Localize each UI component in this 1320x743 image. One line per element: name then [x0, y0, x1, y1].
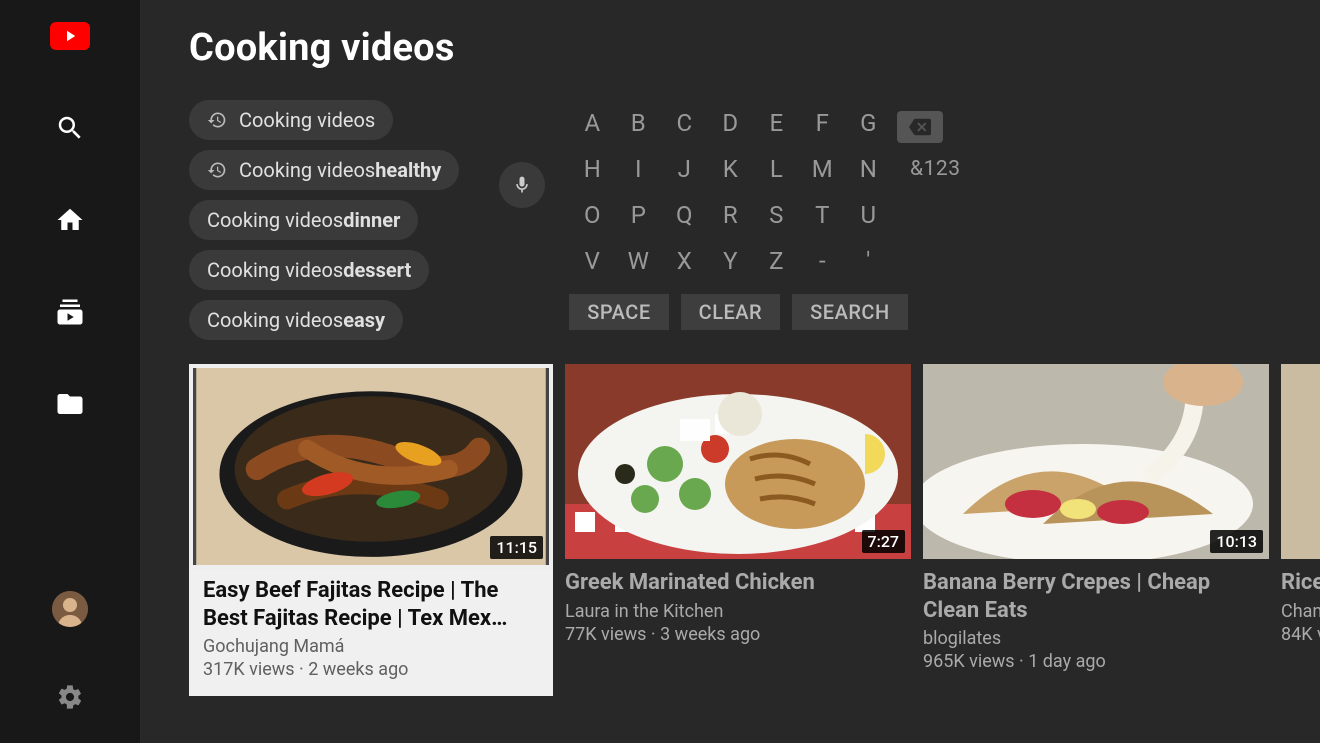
key-n[interactable]: N [845, 146, 891, 192]
video-thumbnail[interactable]: 11:15 [189, 364, 553, 569]
key-p[interactable]: P [615, 192, 661, 238]
library-icon[interactable] [52, 386, 88, 422]
sidebar [0, 0, 141, 743]
clear-key[interactable]: CLEAR [681, 294, 781, 330]
key-q[interactable]: Q [661, 192, 707, 238]
key-x[interactable]: X [661, 238, 707, 284]
suggestion-chip[interactable]: Cooking videos dessert [189, 250, 429, 290]
search-area: Cooking videos Cooking videos healthy Cook… [189, 100, 1320, 340]
video-title: Greek Marinated Chicken [565, 569, 903, 597]
video-card[interactable]: 10:13 Banana Berry Crepes | Cheap Clean E… [923, 364, 1269, 696]
key-o[interactable]: O [569, 192, 615, 238]
key-a[interactable]: A [569, 100, 615, 146]
key-'[interactable]: ' [845, 238, 891, 284]
video-duration: 7:27 [862, 530, 906, 553]
video-card[interactable]: 7:27 Greek Marinated Chicken Laura in the … [565, 364, 911, 696]
key-s[interactable]: S [753, 192, 799, 238]
video-thumbnail[interactable]: 7:27 [565, 364, 911, 559]
video-duration: 10:13 [1210, 530, 1263, 553]
numbers-toggle-key[interactable]: &123 [897, 146, 973, 192]
key-l[interactable]: L [753, 146, 799, 192]
key-w[interactable]: W [615, 238, 661, 284]
suggestion-chip[interactable]: Cooking videos [189, 100, 393, 140]
backspace-key[interactable] [897, 111, 943, 143]
search-key[interactable]: SEARCH [792, 294, 908, 330]
key-h[interactable]: H [569, 146, 615, 192]
video-card[interactable]: 11:15 Easy Beef Fajitas Recipe | The Best… [189, 364, 553, 696]
video-channel: Gochujang Mamá [203, 636, 539, 657]
video-meta: Greek Marinated Chicken Laura in the Kitc… [565, 559, 911, 645]
video-meta: Easy Beef Fajitas Recipe | The Best Faji… [189, 565, 553, 696]
video-title: Rice Pudding [1281, 569, 1320, 597]
search-icon[interactable] [52, 110, 88, 146]
video-thumbnail[interactable]: 10:13 [923, 364, 1269, 559]
video-channel: blogilates [923, 628, 1261, 649]
voice-search-button[interactable] [499, 162, 545, 208]
space-key[interactable]: SPACE [569, 294, 668, 330]
key-i[interactable]: I [615, 146, 661, 192]
video-stats: 77K views · 3 weeks ago [565, 624, 903, 645]
youtube-logo[interactable] [50, 22, 90, 50]
suggestion-chip[interactable]: Cooking videos dinner [189, 200, 418, 240]
keyboard-area: ABCDEFG HIJKLMN&123 OPQRSTU VWXYZ-' SPACE C… [499, 100, 973, 340]
results-row: 11:15 Easy Beef Fajitas Recipe | The Best… [189, 364, 1320, 696]
key-g[interactable]: G [845, 100, 891, 146]
video-meta: Rice Pudding Channel84K views [1281, 559, 1320, 645]
video-title: Easy Beef Fajitas Recipe | The Best Faji… [203, 577, 539, 632]
key-v[interactable]: V [569, 238, 615, 284]
video-stats: 84K views [1281, 624, 1320, 645]
suggestion-chip[interactable]: Cooking videos easy [189, 300, 403, 340]
home-icon[interactable] [52, 202, 88, 238]
video-duration: 11:15 [490, 536, 543, 559]
video-stats: 317K views · 2 weeks ago [203, 659, 539, 680]
onscreen-keyboard: ABCDEFG HIJKLMN&123 OPQRSTU VWXYZ-' SPACE C… [569, 100, 973, 330]
key-k[interactable]: K [707, 146, 753, 192]
video-channel: Laura in the Kitchen [565, 601, 903, 622]
video-title: Banana Berry Crepes | Cheap Clean Eats [923, 569, 1261, 624]
search-suggestions: Cooking videos Cooking videos healthy Cook… [189, 100, 459, 340]
key-c[interactable]: C [661, 100, 707, 146]
key-y[interactable]: Y [707, 238, 753, 284]
video-stats: 965K views · 1 day ago [923, 651, 1261, 672]
video-thumbnail[interactable] [1281, 364, 1320, 559]
app-root: Cooking videos Cooking videosCooking vid… [0, 0, 1320, 743]
suggestion-chip[interactable]: Cooking videos healthy [189, 150, 459, 190]
settings-icon[interactable] [52, 679, 88, 715]
video-meta: Banana Berry Crepes | Cheap Clean Eats bl… [923, 559, 1269, 672]
key-u[interactable]: U [845, 192, 891, 238]
key--[interactable]: - [799, 238, 845, 284]
page-title: Cooking videos [189, 26, 1320, 70]
subscriptions-icon[interactable] [52, 294, 88, 330]
account-avatar[interactable] [52, 591, 88, 627]
main-content: Cooking videos Cooking videosCooking vid… [141, 0, 1320, 743]
key-m[interactable]: M [799, 146, 845, 192]
key-t[interactable]: T [799, 192, 845, 238]
key-e[interactable]: E [753, 100, 799, 146]
key-b[interactable]: B [615, 100, 661, 146]
video-channel: Channel [1281, 601, 1320, 622]
key-r[interactable]: R [707, 192, 753, 238]
key-f[interactable]: F [799, 100, 845, 146]
key-j[interactable]: J [661, 146, 707, 192]
video-card[interactable]: Rice Pudding Channel84K views [1281, 364, 1320, 696]
key-z[interactable]: Z [753, 238, 799, 284]
key-d[interactable]: D [707, 100, 753, 146]
